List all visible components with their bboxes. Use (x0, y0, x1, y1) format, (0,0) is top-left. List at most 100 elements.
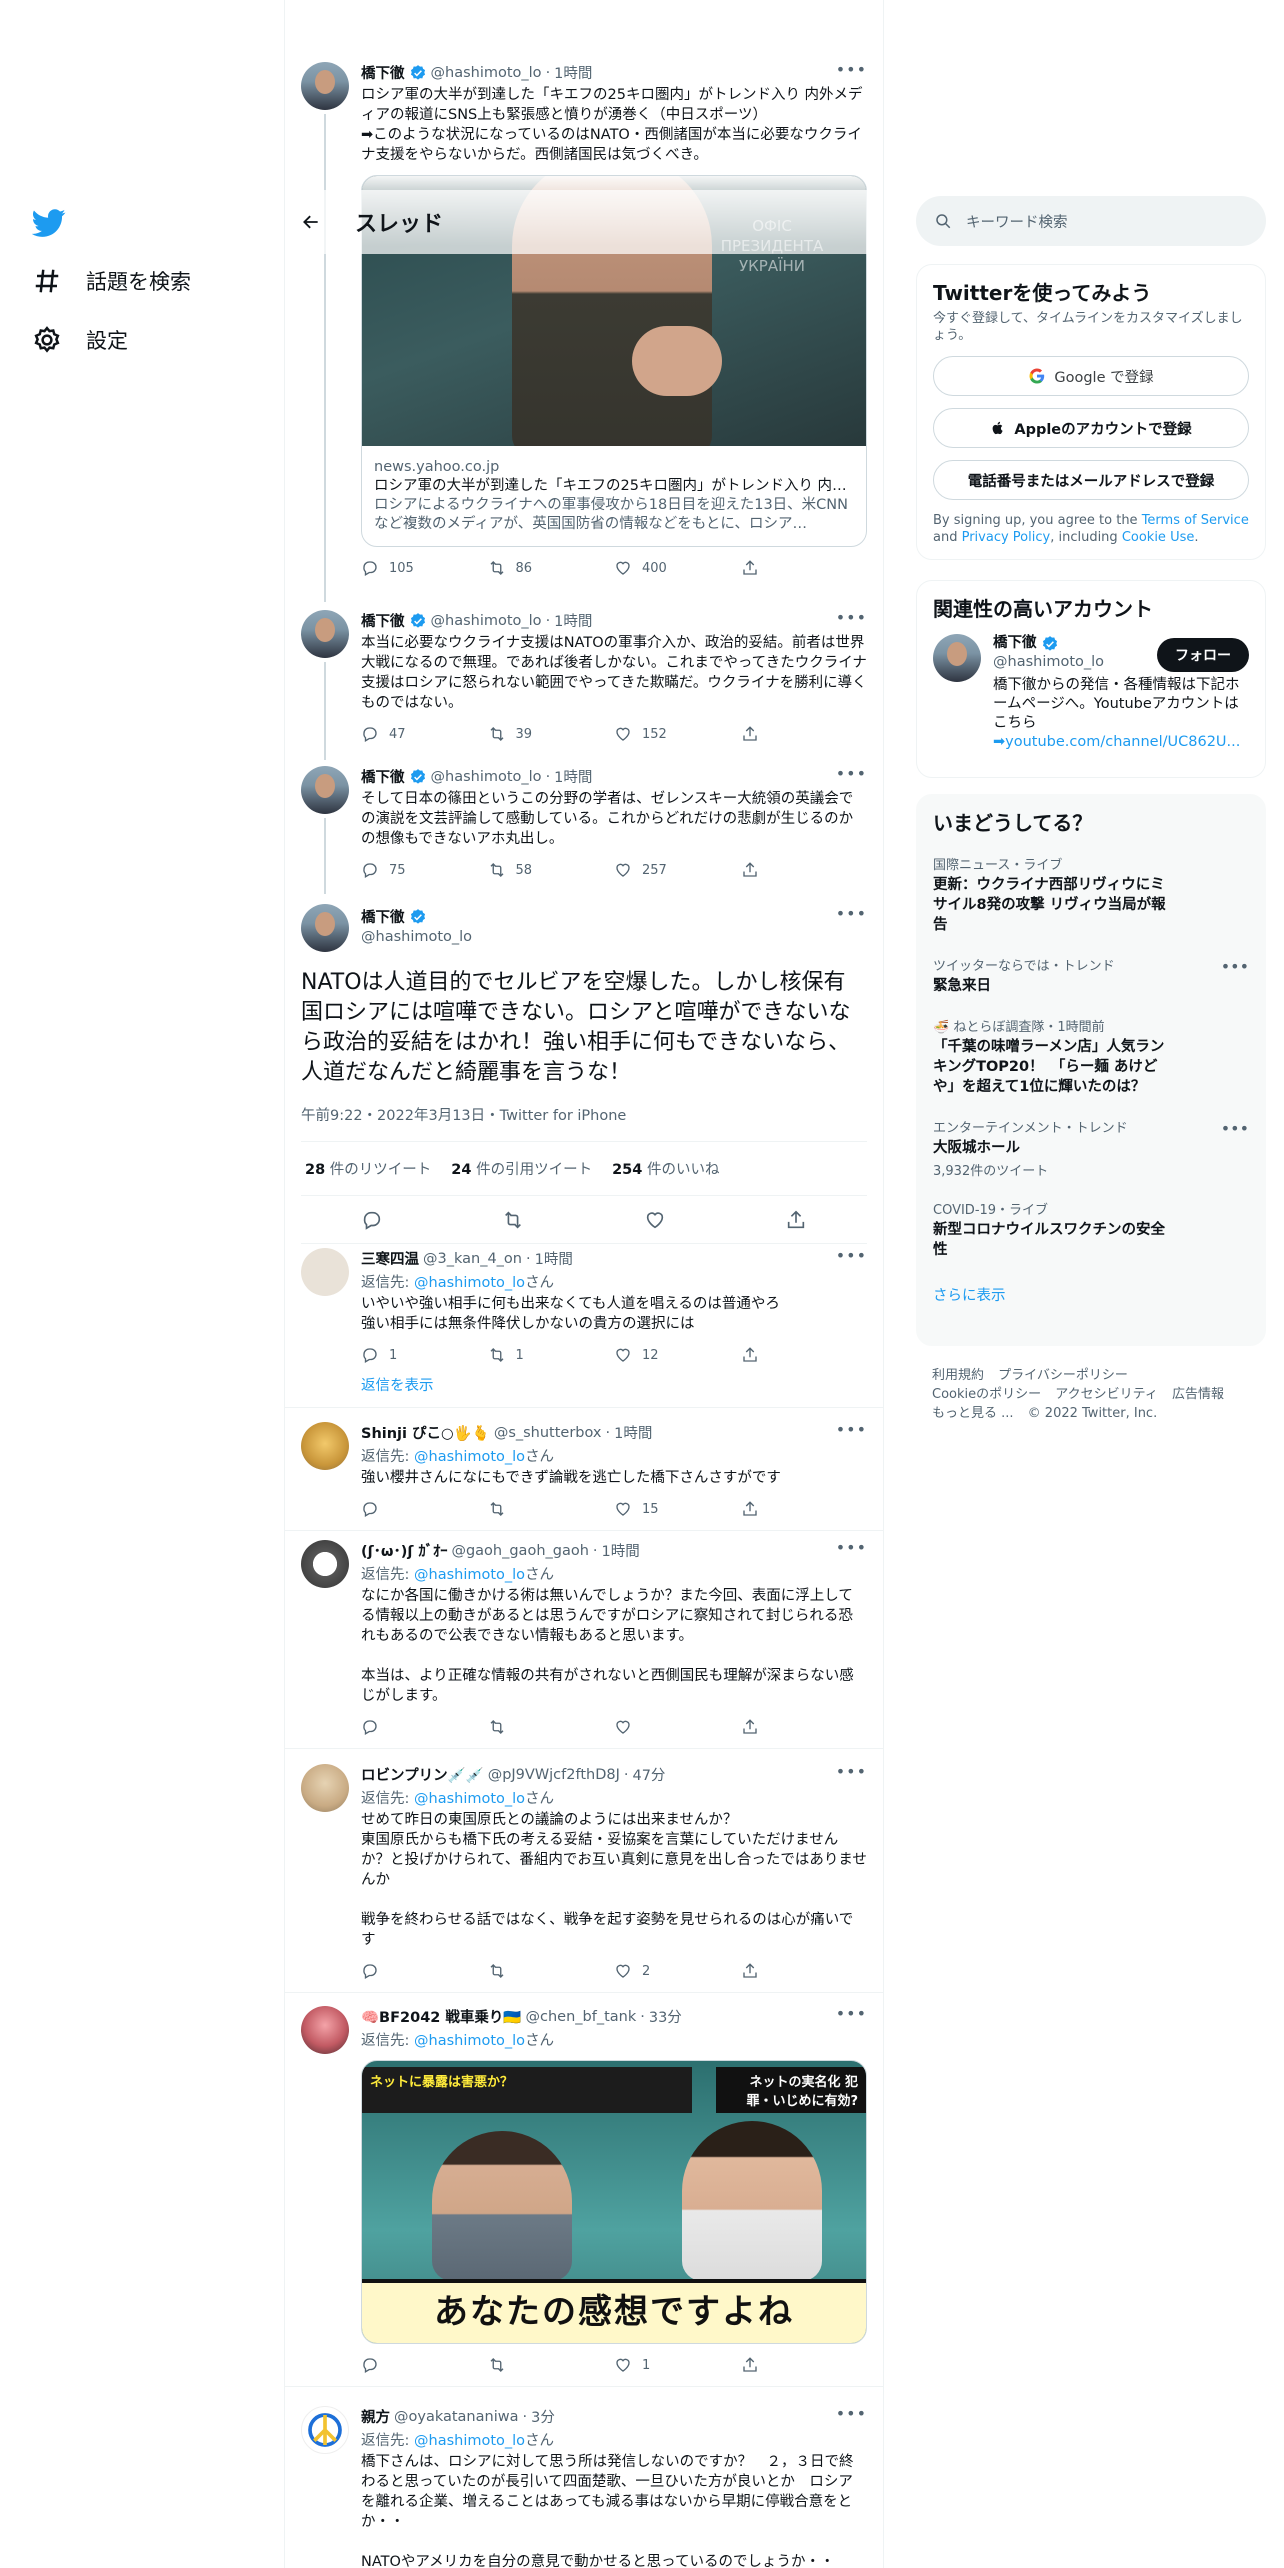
avatar[interactable] (301, 2406, 349, 2454)
retweet-button[interactable]: 39 (488, 725, 615, 743)
thread-tweet[interactable]: 橋下徹 @hashimoto_lo · 1時間 ••• ロシア軍の大半が到達した… (285, 60, 883, 602)
search-input[interactable]: キーワード検索 (916, 196, 1266, 246)
account-card[interactable]: 橋下徹 @hashimoto_lo 橋下徹からの発信・各種情報は下記ホームページ… (917, 626, 1265, 766)
account-bio-link[interactable]: ➡youtube.com/channel/UC862U... (993, 733, 1249, 752)
tweet-time[interactable]: 1時間 (554, 62, 592, 83)
more-icon[interactable]: ••• (1221, 957, 1249, 976)
quote-stat[interactable]: 24 件の引用ツイート (451, 1158, 592, 1179)
author-name[interactable]: 橋下徹 (361, 766, 405, 787)
reply-to-mention[interactable]: @hashimoto_lo (414, 2433, 525, 2449)
tweet-time[interactable]: 47分 (632, 1764, 665, 1785)
more-icon[interactable]: ••• (836, 608, 867, 627)
like-button[interactable]: 15 (614, 1500, 741, 1518)
reply-tweet[interactable]: 三寒四温 @3_kan_4_on · 1時間 ••• 返信先: @hashimo… (285, 1236, 883, 1408)
reply-button[interactable] (361, 1718, 488, 1736)
more-icon[interactable]: ••• (836, 904, 867, 923)
tweet-time[interactable]: 33分 (649, 2006, 682, 2027)
avatar[interactable] (301, 766, 349, 814)
author-name[interactable]: (ʃ･ω･)ʃ ｶﾞｵｰ (361, 1540, 447, 1561)
more-icon[interactable]: ••• (1221, 1119, 1249, 1138)
retweet-button[interactable] (488, 1962, 615, 1980)
reply-tweet[interactable]: Shinji ぴこ○🖐🫰 @s_shutterbox · 1時間 ••• 返信先… (285, 1410, 883, 1531)
author-handle[interactable]: @hashimoto_lo (431, 65, 542, 81)
more-icon[interactable]: ••• (836, 1762, 867, 1781)
author-name[interactable]: ロビンプリン💉💉 (361, 1764, 484, 1785)
show-more-link[interactable]: さらに表示 (917, 1270, 1265, 1321)
reply-button[interactable]: 1 (361, 1346, 488, 1364)
author-handle[interactable]: @hashimoto_lo (361, 929, 867, 945)
account-name[interactable]: 橋下徹 (993, 634, 1037, 653)
tweet-time[interactable]: 1時間 (554, 766, 592, 787)
trend-item[interactable]: ツイッターならでは・トレンド 緊急来日 ••• (917, 945, 1265, 1006)
avatar[interactable] (301, 1422, 349, 1470)
reply-to-mention[interactable]: @hashimoto_lo (414, 1567, 525, 1583)
nav-explore[interactable]: 話題を検索 (32, 266, 191, 296)
share-button[interactable] (741, 1962, 868, 1980)
trend-item[interactable]: 🍜 ねとらぼ調査隊・1時間前 「千葉の味噌ラーメン店」人気ランキングTOP20！… (917, 1006, 1265, 1107)
apple-signup-button[interactable]: Appleのアカウントで登録 (933, 408, 1249, 448)
tweet-time[interactable]: 1時間 (554, 610, 592, 631)
reply-tweet[interactable]: 親方 @oyakatananiwa · 3分 ••• 返信先: @hashimo… (285, 2394, 883, 2568)
avatar[interactable] (301, 610, 349, 658)
share-button[interactable] (741, 1718, 868, 1736)
footer-cookie-link[interactable]: Cookieのポリシー (932, 1387, 1041, 1402)
retweet-button[interactable] (488, 1718, 615, 1736)
author-handle[interactable]: @3_kan_4_on (423, 1251, 522, 1267)
avatar[interactable] (301, 1540, 349, 1588)
follow-button[interactable]: フォロー (1157, 638, 1249, 672)
more-icon[interactable]: ••• (836, 1246, 867, 1265)
more-icon[interactable]: ••• (836, 2404, 867, 2423)
reply-button[interactable]: 105 (361, 559, 488, 577)
privacy-link[interactable]: Privacy Policy (962, 530, 1051, 545)
author-handle[interactable]: @s_shutterbox (494, 1425, 602, 1441)
share-button[interactable] (741, 1346, 868, 1364)
tweet-time[interactable]: 1時間 (602, 1540, 640, 1561)
tweet-time[interactable]: 1時間 (535, 1248, 573, 1269)
retweet-button[interactable] (488, 2356, 615, 2374)
thread-tweet[interactable]: 橋下徹 @hashimoto_lo · 1時間 ••• そして日本の篠田というこ… (285, 764, 883, 894)
retweet-button[interactable]: 58 (488, 861, 615, 879)
reply-tweet[interactable]: (ʃ･ω･)ʃ ｶﾞｵｰ @gaoh_gaoh_gaoh · 1時間 ••• 返… (285, 1528, 883, 1749)
author-handle[interactable]: @chen_bf_tank (525, 2009, 636, 2025)
like-button[interactable]: 2 (614, 1962, 741, 1980)
author-name[interactable]: 🧠BF2042 戦車乗り🇺🇦 (361, 2006, 521, 2027)
tweet-media-image[interactable]: ネットに暴露は害悪か？ ネットの実名化 犯罪・いじめに有効? あなたの感想ですよ… (361, 2060, 867, 2344)
more-icon[interactable]: ••• (836, 1538, 867, 1557)
google-signup-button[interactable]: Google で登録 (933, 356, 1249, 396)
footer-more-link[interactable]: もっと見る ... (932, 1406, 1014, 1421)
avatar[interactable] (301, 1764, 349, 1812)
footer-accessibility-link[interactable]: アクセシビリティ (1055, 1387, 1158, 1402)
author-name[interactable]: 橋下徹 (361, 906, 405, 927)
like-button[interactable]: 257 (614, 861, 741, 879)
avatar[interactable] (933, 634, 981, 682)
author-handle[interactable]: @pJ9VWjcf2fthD8J (488, 1767, 620, 1783)
trend-item[interactable]: エンターテインメント・トレンド 大阪城ホール 3,932件のツイート ••• (917, 1107, 1265, 1189)
avatar[interactable] (301, 904, 349, 952)
tweet-timestamp[interactable]: 午前9:22・2022年3月13日・Twitter for iPhone (301, 1104, 867, 1142)
share-button[interactable] (741, 725, 868, 743)
share-button[interactable] (741, 2356, 868, 2374)
more-icon[interactable]: ••• (836, 2004, 867, 2023)
like-button[interactable]: 400 (614, 559, 741, 577)
like-button[interactable] (614, 1718, 741, 1736)
author-name[interactable]: 三寒四温 (361, 1248, 419, 1269)
thread-tweet[interactable]: 橋下徹 @hashimoto_lo · 1時間 ••• 本当に必要なウクライナ支… (285, 608, 883, 760)
more-icon[interactable]: ••• (836, 764, 867, 783)
terms-link[interactable]: Terms of Service (1142, 513, 1249, 528)
footer-terms-link[interactable]: 利用規約 (932, 1368, 984, 1383)
author-name[interactable]: 橋下徹 (361, 610, 405, 631)
reply-tweet[interactable]: 🧠BF2042 戦車乗り🇺🇦 @chen_bf_tank · 33分 ••• 返… (285, 1994, 883, 2387)
more-icon[interactable]: ••• (836, 1420, 867, 1439)
avatar[interactable] (301, 62, 349, 110)
back-arrow-icon[interactable] (301, 212, 321, 232)
footer-ads-link[interactable]: 広告情報 (1172, 1387, 1224, 1402)
cookie-link[interactable]: Cookie Use (1122, 530, 1195, 545)
share-icon[interactable] (785, 1209, 807, 1231)
reply-to-mention[interactable]: @hashimoto_lo (414, 1449, 525, 1465)
phone-signup-button[interactable]: 電話番号またはメールアドレスで登録 (933, 460, 1249, 500)
twitter-logo-icon[interactable] (32, 206, 66, 240)
footer-privacy-link[interactable]: プライバシーポリシー (998, 1368, 1128, 1383)
avatar[interactable] (301, 1248, 349, 1296)
like-button[interactable]: 152 (614, 725, 741, 743)
reply-button[interactable] (361, 1962, 488, 1980)
